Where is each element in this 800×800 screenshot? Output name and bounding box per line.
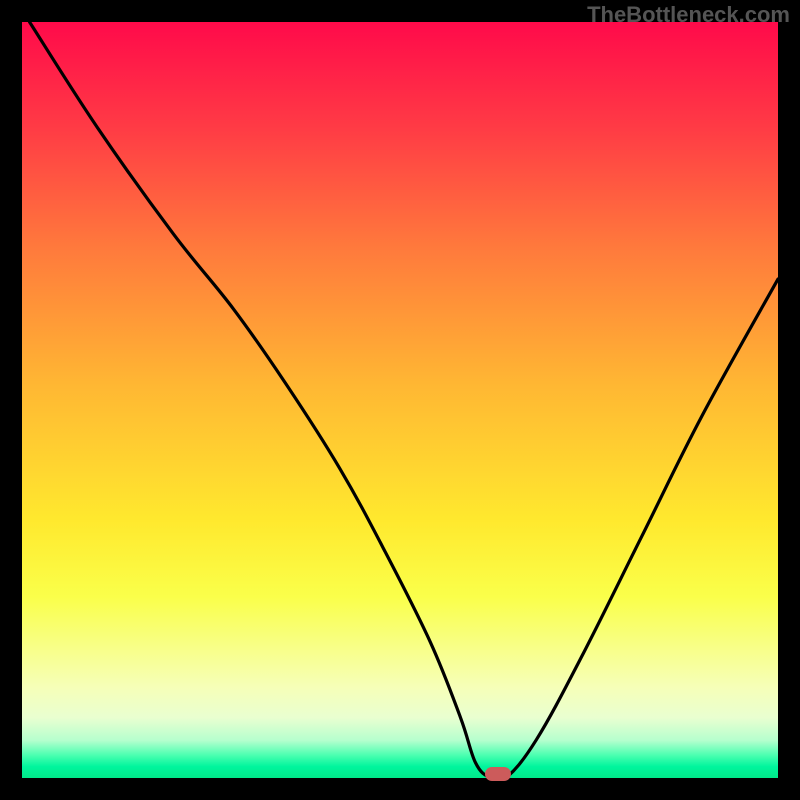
chart-frame: TheBottleneck.com bbox=[0, 0, 800, 800]
curve-path bbox=[30, 22, 778, 778]
bottleneck-curve bbox=[22, 22, 778, 778]
plot-area bbox=[22, 22, 778, 778]
optimal-point-marker bbox=[485, 767, 511, 781]
watermark-text: TheBottleneck.com bbox=[587, 2, 790, 28]
